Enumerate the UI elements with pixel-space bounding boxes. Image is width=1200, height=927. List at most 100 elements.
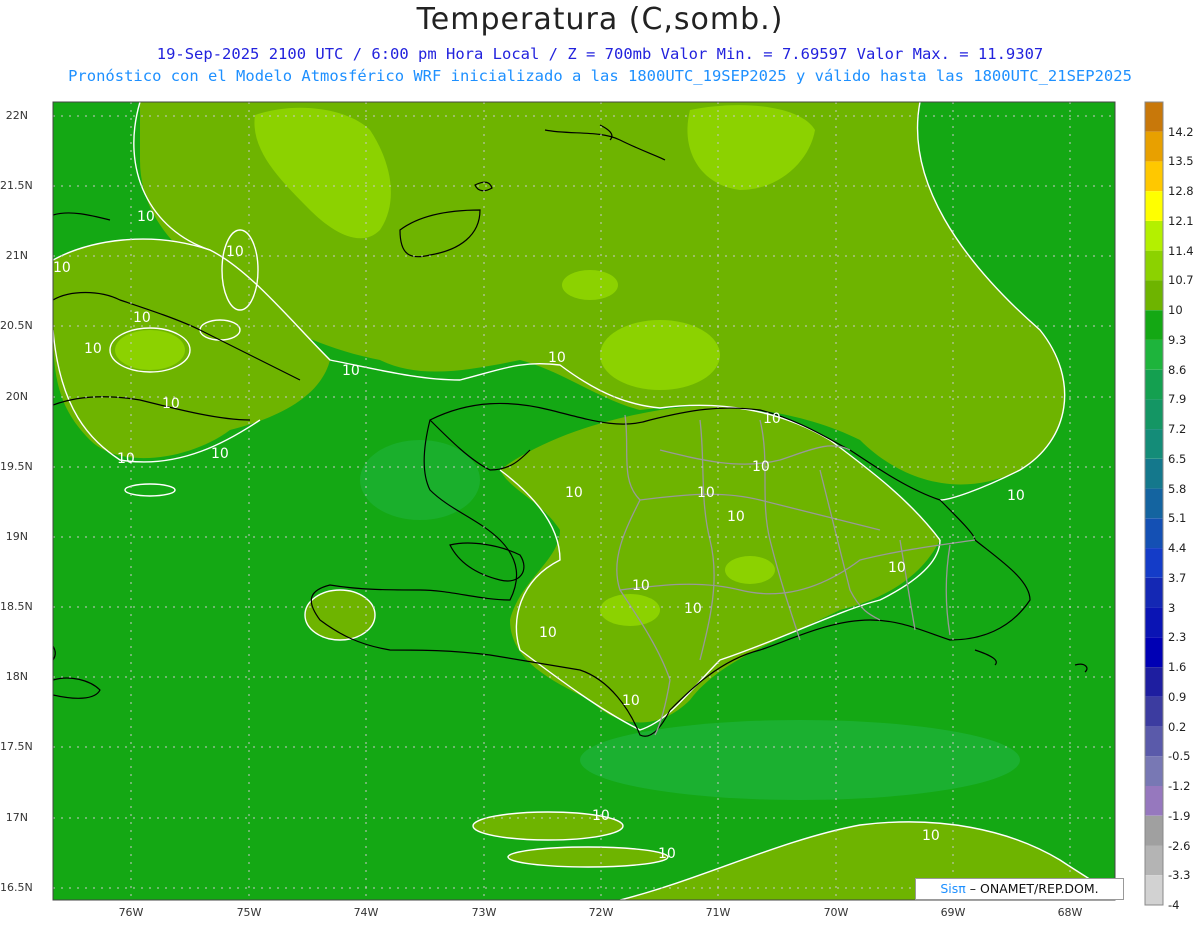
lat-label: 17N (5, 811, 28, 824)
lat-label: 19N (5, 530, 28, 543)
warmer-patch-hisp-1 (725, 556, 775, 584)
colorbar-label: 14.2 (1168, 124, 1194, 139)
colorbar-swatch (1145, 429, 1163, 459)
colorbar-label: -3.3 (1168, 868, 1191, 883)
colorbar-swatch (1145, 726, 1163, 757)
contour-label: 10 (632, 578, 650, 594)
lat-label: 18N (5, 670, 28, 683)
contour-label: 10 (84, 341, 102, 357)
colorbar-swatch (1145, 845, 1163, 876)
lat-label: 22N (5, 109, 28, 122)
lat-label: 19.5N (0, 460, 33, 473)
colorbar-swatch (1145, 161, 1163, 192)
contour-label: 10 (117, 451, 135, 467)
colorbar-label: 9.3 (1168, 332, 1187, 347)
colorbar-label: 4.4 (1168, 541, 1187, 556)
cool-patch-haiti (360, 440, 480, 520)
colorbar (1144, 101, 1164, 906)
colorbar-swatch (1145, 756, 1163, 786)
colorbar-label: 7.2 (1168, 422, 1187, 437)
contour-label: 10 (592, 808, 610, 824)
lat-label: 21N (5, 249, 28, 262)
credit-sis: Sisπ (940, 881, 966, 896)
contour-label: 10 (162, 396, 180, 412)
colorbar-swatch (1145, 339, 1163, 370)
contour-label: 10 (133, 310, 151, 326)
colorbar-swatch (1145, 607, 1163, 638)
lon-label: 71W (705, 906, 731, 919)
contour-label: 10 (211, 446, 229, 462)
colorbar-swatch (1145, 667, 1163, 697)
contour-label: 10 (727, 509, 745, 525)
lat-label: 20N (5, 390, 28, 403)
lon-label: 76W (118, 906, 144, 919)
colorbar-label: 0.9 (1168, 689, 1187, 704)
cool-patch-south (580, 720, 1020, 800)
warmer-patch-center (600, 320, 720, 390)
colorbar-label: 0.2 (1168, 719, 1187, 734)
contour-label: 10 (342, 363, 360, 379)
colorbar-swatch (1145, 250, 1163, 281)
credit-box: Sisπ – ONAMET/REP.DOM. (915, 878, 1124, 900)
contour-label: 10 (684, 601, 702, 617)
colorbar-swatch (1145, 191, 1163, 221)
colorbar-label: -1.2 (1168, 779, 1191, 794)
colorbar-label: 5.1 (1168, 511, 1187, 526)
contour-label: 10 (922, 828, 940, 844)
contour-label: 10 (1007, 488, 1025, 504)
colorbar-swatch (1145, 458, 1163, 489)
lat-label: 17.5N (0, 740, 33, 753)
lon-label: 69W (940, 906, 966, 919)
colorbar-label: 10.7 (1168, 273, 1194, 288)
colorbar-label: 3.7 (1168, 570, 1187, 585)
colorbar-label: -0.5 (1168, 749, 1191, 764)
colorbar-swatch (1145, 815, 1163, 846)
colorbar-swatch (1145, 221, 1163, 251)
temperature-map: 10 10 10 10 10 10 10 10 10 10 10 10 10 1… (52, 101, 1164, 906)
colorbar-swatch (1145, 280, 1163, 311)
colorbar-swatch (1145, 369, 1163, 400)
lon-label: 75W (236, 906, 262, 919)
warmer-patch-bahamas (115, 330, 185, 370)
colorbar-swatch (1145, 637, 1163, 667)
lat-label: 21.5N (0, 179, 33, 192)
lon-label: 73W (471, 906, 497, 919)
lon-label: 68W (1057, 906, 1083, 919)
contour-label: 10 (752, 459, 770, 475)
colorbar-label: 7.9 (1168, 392, 1187, 407)
colorbar-label: 12.8 (1168, 184, 1194, 199)
colorbar-label: -1.9 (1168, 808, 1191, 823)
colorbar-swatch (1145, 786, 1163, 816)
colorbar-label: 3 (1168, 600, 1176, 615)
lat-label: 18.5N (0, 600, 33, 613)
contour-label: 10 (137, 209, 155, 225)
colorbar-swatch (1145, 131, 1163, 162)
colorbar-swatch (1145, 696, 1163, 727)
colorbar-label: 11.4 (1168, 243, 1194, 258)
coast-jamaica-2 (53, 645, 56, 661)
credit-org: – ONAMET/REP.DOM. (965, 881, 1099, 896)
colorbar-swatch (1145, 310, 1163, 340)
colorbar-label: 2.3 (1168, 630, 1187, 645)
shaded-field (53, 102, 1115, 900)
warmer-patch-hisp-2 (600, 594, 660, 626)
colorbar-swatch (1145, 102, 1163, 132)
contour-label: 10 (888, 560, 906, 576)
colorbar-label: 1.6 (1168, 660, 1187, 675)
contour-label: 10 (622, 693, 640, 709)
colorbar-swatch (1145, 518, 1163, 549)
warmer-patch-small (562, 270, 618, 300)
colorbar-label: 12.1 (1168, 213, 1194, 228)
colorbar-swatch (1145, 488, 1163, 519)
colorbar-swatch (1145, 875, 1163, 905)
colorbar-label: 5.8 (1168, 481, 1187, 496)
colorbar-label: 10 (1168, 303, 1183, 318)
colorbar-label: 8.6 (1168, 362, 1187, 377)
contour-label: 10 (658, 846, 676, 862)
lon-label: 70W (823, 906, 849, 919)
colorbar-label: -4 (1168, 898, 1180, 912)
colorbar-swatch (1145, 399, 1163, 430)
contour-label: 10 (53, 260, 71, 276)
contour-label: 10 (226, 244, 244, 260)
contour-label: 10 (697, 485, 715, 501)
